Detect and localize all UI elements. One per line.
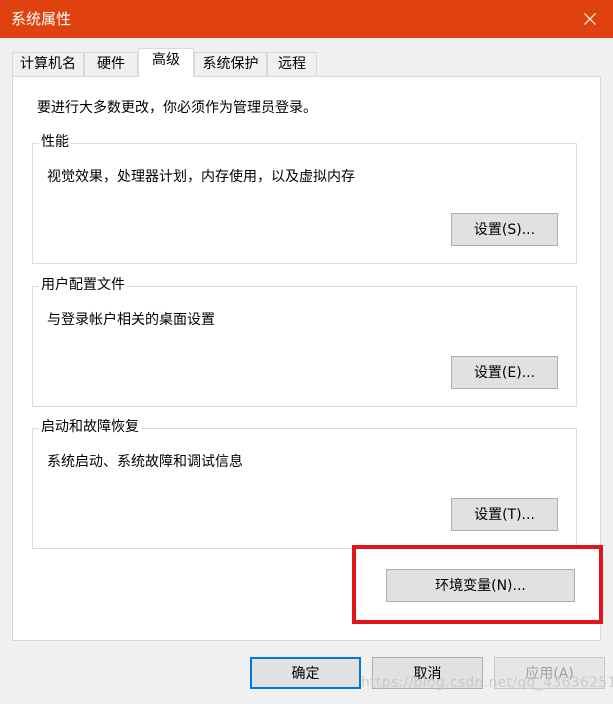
performance-settings-button[interactable]: 设置(S)... bbox=[451, 213, 558, 246]
performance-title: 性能 bbox=[39, 133, 71, 151]
admin-note: 要进行大多数更改，你必须作为管理员登录。 bbox=[37, 100, 317, 116]
startup-recovery-desc: 系统启动、系统故障和调试信息 bbox=[47, 454, 243, 470]
tab-remote[interactable]: 远程 bbox=[267, 52, 317, 76]
user-profiles-title: 用户配置文件 bbox=[39, 276, 127, 294]
startup-recovery-settings-button[interactable]: 设置(T)... bbox=[451, 498, 558, 531]
performance-desc: 视觉效果，处理器计划，内存使用，以及虚拟内存 bbox=[47, 169, 355, 185]
startup-recovery-title: 启动和故障恢复 bbox=[39, 418, 141, 436]
system-properties-dialog: 系统属性 计算机名 硬件 高级 系统保护 远程 要进行大多数更改，你必须作为管理… bbox=[0, 0, 613, 704]
close-button[interactable] bbox=[567, 0, 613, 38]
watermark: https://blog.csdn.net/qq_43636251 bbox=[361, 675, 613, 691]
title-bar: 系统属性 bbox=[0, 0, 613, 38]
close-icon bbox=[584, 13, 596, 25]
user-profiles-desc: 与登录帐户相关的桌面设置 bbox=[47, 312, 215, 328]
performance-group: 性能 视觉效果，处理器计划，内存使用，以及虚拟内存 设置(S)... bbox=[32, 133, 577, 264]
tab-hardware[interactable]: 硬件 bbox=[84, 52, 138, 76]
tab-advanced[interactable]: 高级 bbox=[138, 48, 194, 77]
user-profiles-group: 用户配置文件 与登录帐户相关的桌面设置 设置(E)... bbox=[32, 276, 577, 407]
tab-computer-name[interactable]: 计算机名 bbox=[12, 52, 84, 76]
user-profiles-settings-button[interactable]: 设置(E)... bbox=[451, 356, 558, 389]
tab-system-protection[interactable]: 系统保护 bbox=[194, 52, 267, 76]
startup-recovery-group: 启动和故障恢复 系统启动、系统故障和调试信息 设置(T)... bbox=[32, 418, 577, 549]
advanced-tab-panel: 要进行大多数更改，你必须作为管理员登录。 性能 视觉效果，处理器计划，内存使用，… bbox=[12, 76, 603, 641]
red-highlight-box bbox=[352, 545, 603, 624]
ok-button[interactable]: 确定 bbox=[250, 657, 361, 689]
window-title: 系统属性 bbox=[11, 10, 72, 28]
